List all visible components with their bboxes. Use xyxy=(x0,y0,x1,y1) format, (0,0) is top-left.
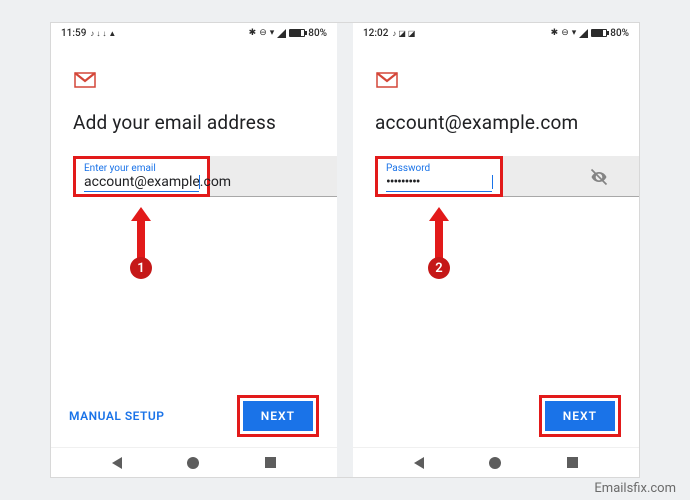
next-button[interactable]: NEXT xyxy=(545,401,615,431)
bluetooth-icon: ✱ xyxy=(551,28,559,38)
cell-signal-icon xyxy=(579,29,588,38)
android-nav-bar xyxy=(353,447,639,477)
page-title: account@example.com xyxy=(375,111,617,134)
battery-icon xyxy=(591,29,607,37)
step-badge: 1 xyxy=(130,257,152,279)
watermark: Emailsfix.com xyxy=(594,481,676,496)
nav-back-icon[interactable] xyxy=(112,457,122,469)
email-field[interactable]: account@example.com xyxy=(84,174,199,192)
highlight-box: Enter your email account@example.com xyxy=(73,156,210,197)
cell-signal-icon xyxy=(277,29,286,38)
wifi-icon: ▾ xyxy=(572,28,577,38)
highlight-box: Password ••••••••• xyxy=(375,156,503,197)
nav-recents-icon[interactable] xyxy=(265,457,276,468)
gmail-logo-icon xyxy=(73,71,97,89)
status-time: 11:59 xyxy=(61,28,86,39)
highlight-box: NEXT xyxy=(237,395,319,437)
email-field-wrap: Enter your email account@example.com 1 xyxy=(73,156,315,197)
android-nav-bar xyxy=(51,447,337,477)
gmail-logo-icon xyxy=(375,71,399,89)
screen-add-email: 11:59 ♪ ↓ ↓ ▲ ✱ ⊖ ▾ 80% Add your email a… xyxy=(51,23,337,477)
battery-percent: 80% xyxy=(308,28,327,39)
password-field-label: Password xyxy=(386,163,492,174)
bluetooth-icon: ✱ xyxy=(249,28,257,38)
password-field-wrap: Password ••••••••• 2 xyxy=(375,156,617,197)
wifi-icon: ▾ xyxy=(270,28,275,38)
nav-home-icon[interactable] xyxy=(489,457,501,469)
footer-bar: NEXT xyxy=(353,395,639,437)
nav-back-icon[interactable] xyxy=(414,457,424,469)
battery-icon xyxy=(289,29,305,37)
page-title: Add your email address xyxy=(73,111,315,134)
highlight-box: NEXT xyxy=(539,395,621,437)
step-badge: 2 xyxy=(428,257,450,279)
footer-bar: MANUAL SETUP NEXT xyxy=(51,395,337,437)
screen-password: 12:02 ♪ ◪ ◪ ✱ ⊖ ▾ 80% account@example.co… xyxy=(353,23,639,477)
callout-arrow: 1 xyxy=(130,207,152,279)
status-bar: 11:59 ♪ ↓ ↓ ▲ ✱ ⊖ ▾ 80% xyxy=(51,23,337,43)
do-not-disturb-icon: ⊖ xyxy=(561,28,569,38)
visibility-off-icon[interactable] xyxy=(589,167,609,187)
status-notification-icons: ♪ ↓ ↓ ▲ xyxy=(90,29,116,38)
battery-percent: 80% xyxy=(610,28,629,39)
next-button[interactable]: NEXT xyxy=(243,401,313,431)
do-not-disturb-icon: ⊖ xyxy=(259,28,267,38)
password-field[interactable]: ••••••••• xyxy=(386,174,492,192)
nav-recents-icon[interactable] xyxy=(567,457,578,468)
email-field-label: Enter your email xyxy=(84,163,199,174)
callout-arrow: 2 xyxy=(428,207,450,279)
manual-setup-button[interactable]: MANUAL SETUP xyxy=(69,409,165,423)
status-notification-icons: ♪ ◪ ◪ xyxy=(392,29,415,38)
status-bar: 12:02 ♪ ◪ ◪ ✱ ⊖ ▾ 80% xyxy=(353,23,639,43)
status-time: 12:02 xyxy=(363,28,388,39)
nav-home-icon[interactable] xyxy=(187,457,199,469)
